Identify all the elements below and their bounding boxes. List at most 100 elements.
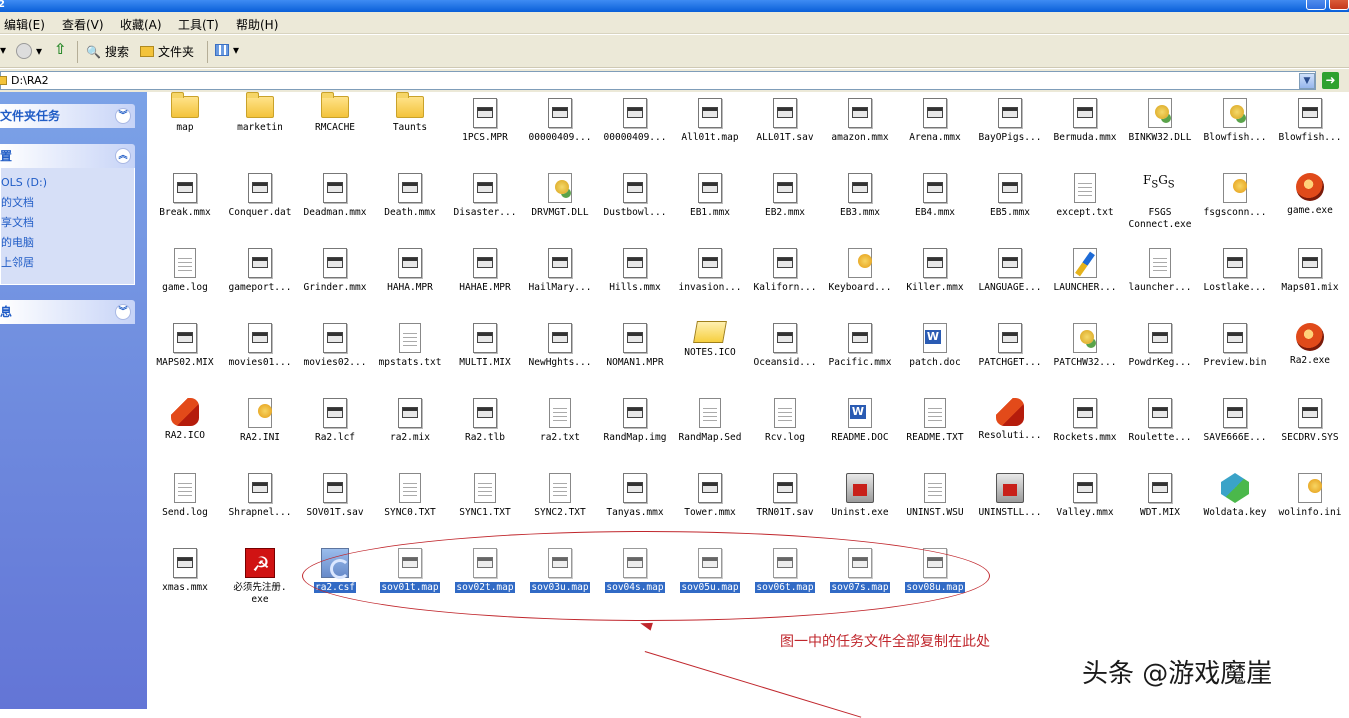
forward-button[interactable]: ▾ — [16, 43, 42, 59]
file-item[interactable]: xmas.mmx — [147, 542, 223, 594]
file-item[interactable]: Oceansid... — [747, 317, 823, 369]
file-item[interactable]: SYNC1.TXT — [447, 467, 523, 519]
file-item[interactable]: Woldata.key — [1197, 467, 1273, 519]
file-item[interactable]: LANGUAGE... — [972, 242, 1048, 294]
file-item[interactable]: Killer.mmx — [897, 242, 973, 294]
views-button[interactable]: ▾ — [215, 43, 239, 57]
file-item[interactable]: FSGS FSGS Connect.exe — [1122, 167, 1198, 231]
file-item[interactable]: RandMap.Sed — [672, 392, 748, 444]
file-item[interactable]: SECDRV.SYS — [1272, 392, 1348, 444]
file-item[interactable]: NOTES.ICO — [672, 317, 748, 359]
file-item[interactable]: PATCHGET... — [972, 317, 1048, 369]
file-item[interactable]: 1PCS.MPR — [447, 92, 523, 144]
file-item[interactable]: UNINST.WSU — [897, 467, 973, 519]
file-item[interactable]: Bermuda.mmx — [1047, 92, 1123, 144]
go-arrow-icon[interactable]: ➜ — [1322, 72, 1339, 89]
menu-help[interactable]: 帮助(H) — [236, 16, 278, 33]
restore-button[interactable] — [1306, 0, 1326, 10]
file-item[interactable]: movies02... — [297, 317, 373, 369]
file-item[interactable]: Arena.mmx — [897, 92, 973, 144]
file-item[interactable]: 00000409... — [597, 92, 673, 144]
file-item[interactable]: SYNC0.TXT — [372, 467, 448, 519]
chevron-down-icon[interactable]: ︾ — [115, 304, 131, 320]
file-item[interactable]: Resoluti... — [972, 392, 1048, 442]
file-item[interactable]: Pacific.mmx — [822, 317, 898, 369]
file-item[interactable]: patch.doc — [897, 317, 973, 369]
file-item[interactable]: Blowfish... — [1272, 92, 1348, 144]
file-item[interactable]: Rcv.log — [747, 392, 823, 444]
file-item[interactable]: Taunts — [372, 92, 448, 134]
file-item[interactable]: Maps01.mix — [1272, 242, 1348, 294]
file-item[interactable]: Shrapnel... — [222, 467, 298, 519]
place-link-drive[interactable]: OLS (D:) — [1, 173, 134, 193]
place-link-my-computer[interactable]: 的电脑 — [1, 233, 134, 253]
file-item[interactable]: SYNC2.TXT — [522, 467, 598, 519]
file-item[interactable]: RA2.INI — [222, 392, 298, 444]
place-link-network[interactable]: 上邻居 — [1, 253, 134, 273]
file-item[interactable]: BayOPigs... — [972, 92, 1048, 144]
file-item[interactable]: DRVMGT.DLL — [522, 167, 598, 219]
file-item[interactable]: PowdrKeg... — [1122, 317, 1198, 369]
file-item[interactable]: HailMary... — [522, 242, 598, 294]
file-item[interactable]: marketin — [222, 92, 298, 134]
file-item[interactable]: Blowfish... — [1197, 92, 1273, 144]
file-item[interactable]: RMCACHE — [297, 92, 373, 134]
file-item[interactable]: mpstats.txt — [372, 317, 448, 369]
file-item[interactable]: Ra2.lcf — [297, 392, 373, 444]
file-item[interactable]: MULTI.MIX — [447, 317, 523, 369]
search-button[interactable]: 🔍 搜索 — [86, 43, 129, 60]
file-item[interactable]: Valley.mmx — [1047, 467, 1123, 519]
file-item[interactable]: 必须先注册.exe — [222, 542, 298, 606]
file-item[interactable]: BINKW32.DLL — [1122, 92, 1198, 144]
file-item[interactable]: launcher... — [1122, 242, 1198, 294]
file-item[interactable]: README.TXT — [897, 392, 973, 444]
file-item[interactable]: game.log — [147, 242, 223, 294]
back-dropdown-icon[interactable]: ▾ — [0, 43, 6, 57]
file-item[interactable]: Preview.bin — [1197, 317, 1273, 369]
file-item[interactable]: fsgsconn... — [1197, 167, 1273, 219]
file-item[interactable]: Lostlake... — [1197, 242, 1273, 294]
chevron-down-icon[interactable]: ︾ — [115, 108, 131, 124]
file-item[interactable]: PATCHW32... — [1047, 317, 1123, 369]
file-item[interactable]: Send.log — [147, 467, 223, 519]
file-item[interactable]: RandMap.img — [597, 392, 673, 444]
file-item[interactable]: LAUNCHER... — [1047, 242, 1123, 294]
file-item[interactable]: SOV01T.sav — [297, 467, 373, 519]
menu-edit[interactable]: 编辑(E) — [4, 16, 45, 33]
file-item[interactable]: Keyboard... — [822, 242, 898, 294]
file-item[interactable]: movies01... — [222, 317, 298, 369]
file-item[interactable]: RA2.ICO — [147, 392, 223, 442]
file-item[interactable]: EB5.mmx — [972, 167, 1048, 219]
file-item[interactable]: ra2.mix — [372, 392, 448, 444]
file-item[interactable]: Kaliforn... — [747, 242, 823, 294]
file-item[interactable]: ra2.txt — [522, 392, 598, 444]
menu-favorites[interactable]: 收藏(A) — [120, 16, 162, 33]
up-folder-icon[interactable]: ⇧ — [54, 40, 67, 58]
place-link-shared-documents[interactable]: 享文档 — [1, 213, 134, 233]
file-item[interactable]: EB4.mmx — [897, 167, 973, 219]
address-dropdown-icon[interactable]: ▼ — [1299, 73, 1315, 89]
file-item[interactable]: Ra2.tlb — [447, 392, 523, 444]
file-item[interactable]: except.txt — [1047, 167, 1123, 219]
file-item[interactable]: TRN01T.sav — [747, 467, 823, 519]
file-item[interactable]: invasion... — [672, 242, 748, 294]
file-item[interactable]: Conquer.dat — [222, 167, 298, 219]
file-item[interactable]: map — [147, 92, 223, 134]
file-item[interactable]: NewHghts... — [522, 317, 598, 369]
file-item[interactable]: Roulette... — [1122, 392, 1198, 444]
file-item[interactable]: HAHA.MPR — [372, 242, 448, 294]
file-item[interactable]: UNINSTLL... — [972, 467, 1048, 519]
file-item[interactable]: Break.mmx — [147, 167, 223, 219]
file-item[interactable]: Uninst.exe — [822, 467, 898, 519]
file-item[interactable]: EB2.mmx — [747, 167, 823, 219]
file-item[interactable]: Rockets.mmx — [1047, 392, 1123, 444]
menu-tools[interactable]: 工具(T) — [178, 16, 219, 33]
file-item[interactable]: wolinfo.ini — [1272, 467, 1348, 519]
file-item[interactable]: Tower.mmx — [672, 467, 748, 519]
menu-view[interactable]: 查看(V) — [62, 16, 104, 33]
file-item[interactable]: All01t.map — [672, 92, 748, 144]
file-item[interactable]: EB1.mmx — [672, 167, 748, 219]
file-item[interactable]: Disaster... — [447, 167, 523, 219]
file-item[interactable]: Grinder.mmx — [297, 242, 373, 294]
file-item[interactable]: amazon.mmx — [822, 92, 898, 144]
